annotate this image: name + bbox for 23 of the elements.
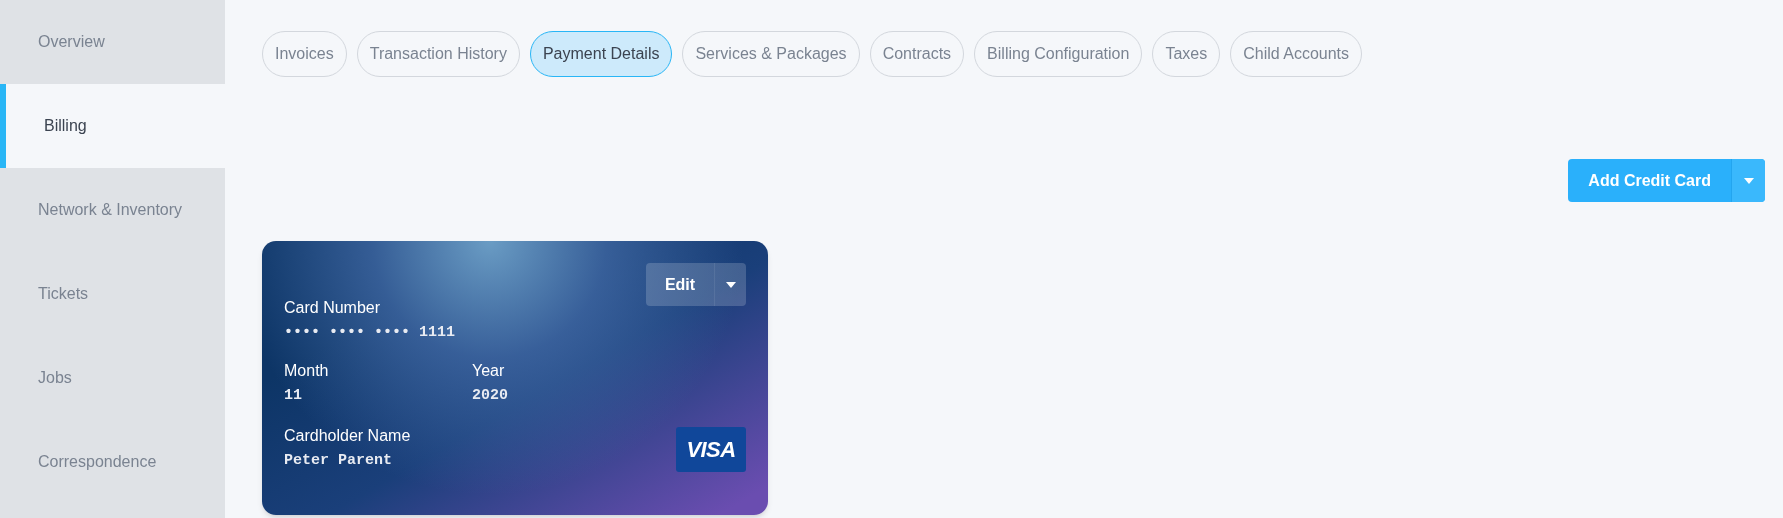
card-number-label: Card Number [284,298,382,318]
edit-button[interactable]: Edit [646,263,746,306]
month-label: Month [284,360,330,381]
add-credit-card-button[interactable]: Add Credit Card [1568,159,1765,202]
year-value: 2020 [472,385,508,406]
edit-label[interactable]: Edit [646,263,714,306]
brand-text: VISA [686,436,736,464]
caret-icon [725,281,736,288]
cardholder-name: Peter Parent [284,450,394,471]
caret-icon [1743,177,1754,184]
sidebar-item[interactable]: Correspondence [0,420,225,504]
sidebar-item[interactable]: Overview [0,0,225,84]
dropdown-toggle[interactable] [1731,159,1765,202]
cardholder-label: Cardholder Name [284,425,411,446]
sidebar-item[interactable]: Tickets [0,252,225,336]
sidebar-item[interactable]: Network & Inventory [0,168,225,252]
card-number: •••• •••• •••• 1111 [284,323,457,343]
month-value: 11 [284,385,303,406]
tab[interactable]: Payment Details [529,31,673,77]
sidebar-item[interactable]: Billing [0,84,225,168]
year-label: Year [472,360,506,381]
sidebar-item[interactable]: Jobs [0,336,225,420]
add-credit-card-label[interactable]: Add Credit Card [1568,159,1731,202]
